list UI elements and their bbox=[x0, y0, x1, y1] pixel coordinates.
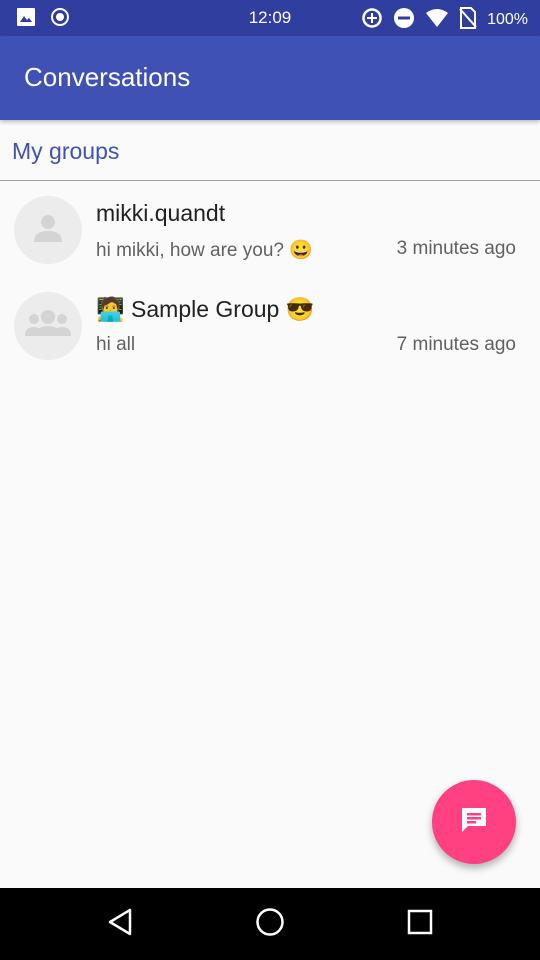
section-title[interactable]: My groups bbox=[12, 138, 119, 165]
message-icon bbox=[458, 804, 490, 840]
data-saver-icon bbox=[361, 7, 383, 33]
conversations-screen: 12:09 100% Conversations My groups mikki… bbox=[0, 0, 540, 960]
conversation-time: 7 minutes ago bbox=[396, 334, 516, 355]
home-button[interactable] bbox=[250, 904, 290, 944]
back-button[interactable] bbox=[100, 904, 140, 944]
conversation-time: 3 minutes ago bbox=[396, 238, 516, 259]
status-bar: 12:09 100% bbox=[0, 0, 540, 36]
conversation-preview: hi all bbox=[96, 334, 136, 355]
recents-icon bbox=[406, 908, 434, 940]
status-right-icons: 100% bbox=[361, 7, 528, 33]
conversation-preview: hi mikki, how are you? 😀 bbox=[96, 240, 313, 261]
navigation-bar bbox=[0, 888, 540, 960]
wifi-icon bbox=[425, 8, 449, 32]
group-icon bbox=[24, 306, 72, 346]
app-bar: Conversations bbox=[0, 36, 540, 120]
avatar bbox=[14, 292, 82, 360]
new-message-button[interactable] bbox=[432, 780, 516, 864]
home-icon bbox=[255, 907, 285, 941]
recents-button[interactable] bbox=[400, 904, 440, 944]
battery-level: 100% bbox=[487, 11, 528, 28]
no-sim-icon bbox=[459, 7, 477, 33]
avatar bbox=[14, 196, 82, 264]
person-icon bbox=[30, 210, 66, 250]
conversation-name: 🧑‍💻 Sample Group 😎 bbox=[96, 296, 315, 322]
conversation-name: mikki.quandt bbox=[96, 200, 226, 226]
conversation-item[interactable]: 🧑‍💻 Sample Group 😎 hi all 7 minutes ago bbox=[0, 292, 540, 388]
section-header: My groups bbox=[0, 120, 540, 181]
app-title: Conversations bbox=[24, 62, 191, 92]
back-icon bbox=[106, 907, 134, 941]
conversation-item[interactable]: mikki.quandt hi mikki, how are you? 😀 3 … bbox=[0, 196, 540, 292]
do-not-disturb-icon bbox=[393, 7, 415, 33]
